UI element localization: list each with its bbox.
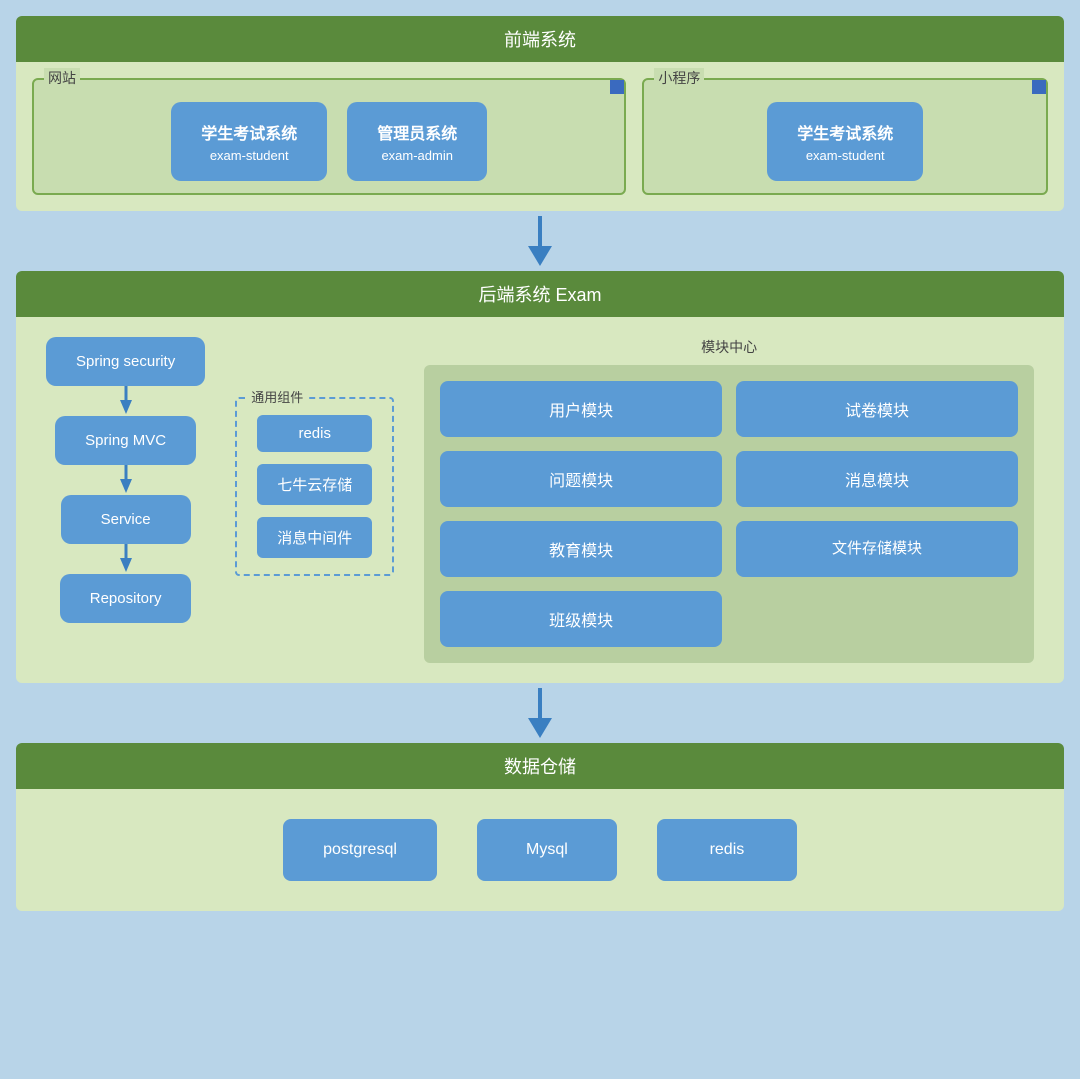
exam-admin-app: 管理员系统 exam-admin: [347, 102, 487, 181]
education-module: 教育模块: [440, 521, 722, 577]
user-module: 用户模块: [440, 381, 722, 437]
arrow-backend-to-data: [16, 683, 1064, 743]
data-body: postgresql Mysql redis: [16, 789, 1064, 911]
app-name-2: 管理员系统: [377, 120, 457, 144]
module-grid-wrapper: 用户模块 试卷模块 问题模块 消息模块 教育模块 文件存储模块 班级模块: [424, 365, 1034, 663]
miniprogram-panel: 小程序 学生考试系统 exam-student: [642, 78, 1048, 195]
postgresql-box: postgresql: [283, 819, 437, 881]
app-sub-mini: exam-student: [797, 148, 893, 163]
mq-comp: 消息中间件: [257, 517, 372, 558]
main-wrapper: 前端系统 网站 学生考试系统 exam-student 管理员系统 exam-a…: [16, 16, 1064, 911]
arrow-frontend-to-backend: [16, 211, 1064, 271]
miniprogram-label: 小程序: [654, 68, 704, 88]
module-grid: 用户模块 试卷模块 问题模块 消息模块 教育模块 文件存储模块 班级模块: [440, 381, 1018, 647]
frontend-body: 网站 学生考试系统 exam-student 管理员系统 exam-admin …: [16, 62, 1064, 211]
service-box: Service: [61, 495, 191, 544]
qiniu-comp: 七牛云存储: [257, 464, 372, 505]
data-warehouse-section: 数据仓储 postgresql Mysql redis: [16, 743, 1064, 911]
redis-db-box: redis: [657, 819, 797, 881]
panel-corner-website: [610, 80, 624, 94]
exam-paper-module: 试卷模块: [736, 381, 1018, 437]
module-center: 模块中心 用户模块 试卷模块 问题模块 消息模块 教育模块 文件存储模块 班级模…: [424, 337, 1034, 663]
spring-mvc-box: Spring MVC: [55, 416, 196, 465]
app-name-mini: 学生考试系统: [797, 120, 893, 144]
common-components: 通用组件 redis 七牛云存储 消息中间件: [235, 397, 394, 576]
miniprogram-apps: 学生考试系统 exam-student: [656, 92, 1034, 181]
backend-title: 后端系统 Exam: [16, 271, 1064, 317]
data-warehouse-title: 数据仓储: [16, 743, 1064, 789]
stack-arrow-2: [116, 465, 136, 495]
app-sub-2: exam-admin: [377, 148, 457, 163]
website-label: 网站: [44, 68, 80, 88]
backend-section: 后端系统 Exam Spring security Spring MVC: [16, 271, 1064, 683]
stack-arrow-3: [116, 544, 136, 574]
redis-comp: redis: [257, 415, 372, 452]
spring-stack: Spring security Spring MVC Service: [46, 337, 205, 623]
frontend-section: 前端系统 网站 学生考试系统 exam-student 管理员系统 exam-a…: [16, 16, 1064, 211]
backend-body: Spring security Spring MVC Service: [16, 317, 1064, 683]
spring-security-box: Spring security: [46, 337, 205, 386]
mysql-box: Mysql: [477, 819, 617, 881]
repository-box: Repository: [60, 574, 192, 623]
frontend-title: 前端系统: [16, 16, 1064, 62]
website-apps: 学生考试系统 exam-student 管理员系统 exam-admin: [46, 92, 612, 181]
module-center-label: 模块中心: [424, 337, 1034, 357]
website-panel: 网站 学生考试系统 exam-student 管理员系统 exam-admin: [32, 78, 626, 195]
panel-corner-mini: [1032, 80, 1046, 94]
app-sub-1: exam-student: [201, 148, 297, 163]
class-module: 班级模块: [440, 591, 722, 647]
app-name-1: 学生考试系统: [201, 120, 297, 144]
exam-student-mini-app: 学生考试系统 exam-student: [767, 102, 923, 181]
question-module: 问题模块: [440, 451, 722, 507]
exam-student-app: 学生考试系统 exam-student: [171, 102, 327, 181]
message-module: 消息模块: [736, 451, 1018, 507]
common-wrapper: 通用组件 redis 七牛云存储 消息中间件: [235, 337, 394, 576]
common-label: 通用组件: [247, 387, 307, 406]
stack-arrow-1: [116, 386, 136, 416]
file-storage-module: 文件存储模块: [736, 521, 1018, 577]
